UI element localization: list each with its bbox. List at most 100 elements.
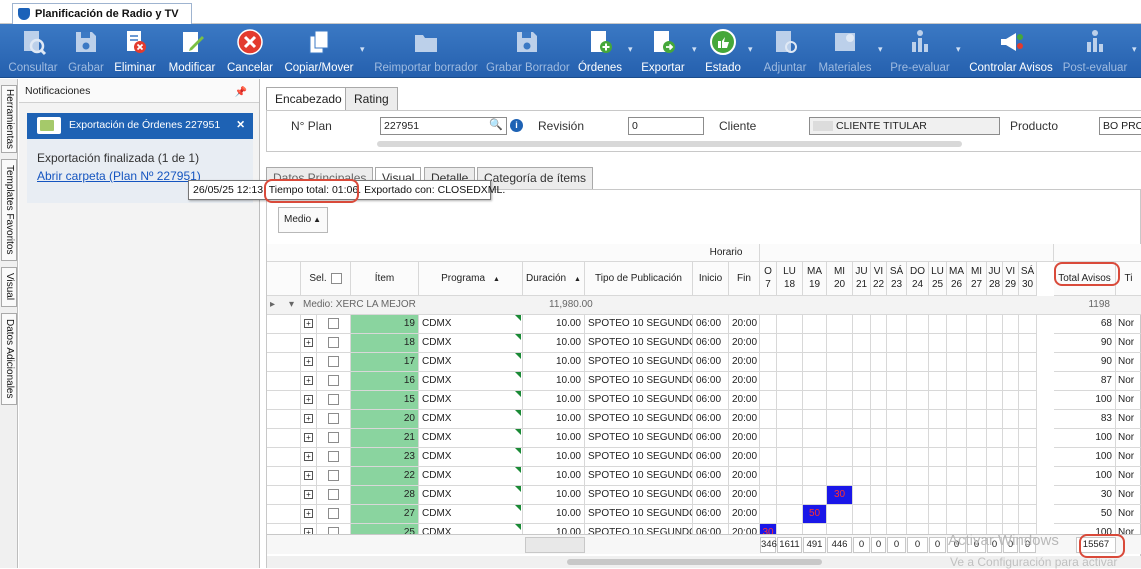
expand-icon[interactable]: +: [304, 508, 313, 518]
row-day-cell[interactable]: [760, 448, 777, 467]
row-day-cell[interactable]: [987, 486, 1003, 505]
row-checkbox[interactable]: [328, 412, 339, 424]
row-day-cell[interactable]: [887, 315, 907, 334]
row-programa[interactable]: CDMX: [419, 429, 523, 448]
row-select[interactable]: [317, 505, 351, 524]
row-select[interactable]: [317, 372, 351, 391]
row-day-cell[interactable]: [987, 334, 1003, 353]
row-day-cell[interactable]: [853, 391, 871, 410]
row-day-cell[interactable]: [887, 372, 907, 391]
row-day-cell[interactable]: [929, 353, 947, 372]
row-day-cell[interactable]: [1019, 391, 1037, 410]
row-programa[interactable]: CDMX: [419, 353, 523, 372]
row-inicio[interactable]: 06:00: [693, 505, 729, 524]
row-tipo[interactable]: SPOTEO 10 SEGUNDOS: [585, 505, 693, 524]
row-programa[interactable]: CDMX: [419, 334, 523, 353]
row-fin[interactable]: 20:00: [729, 429, 760, 448]
row-day-cell[interactable]: [827, 372, 853, 391]
row-day-cell[interactable]: [929, 429, 947, 448]
row-expand[interactable]: +: [301, 448, 317, 467]
row-day-cell[interactable]: [871, 391, 887, 410]
product-field[interactable]: BO PROD: [1099, 117, 1141, 135]
header-day[interactable]: MA 19: [803, 262, 827, 296]
row-day-cell[interactable]: [853, 505, 871, 524]
row-expand[interactable]: +: [301, 391, 317, 410]
row-day-cell[interactable]: [827, 410, 853, 429]
header-fin[interactable]: Fin: [729, 262, 760, 296]
row-day-cell[interactable]: [947, 410, 967, 429]
row-day-cell[interactable]: [871, 505, 887, 524]
row-inicio[interactable]: 06:00: [693, 448, 729, 467]
row-tipo[interactable]: SPOTEO 10 SEGUNDOS: [585, 410, 693, 429]
row-day-cell[interactable]: [987, 467, 1003, 486]
row-day-cell[interactable]: [803, 353, 827, 372]
row-item[interactable]: 21: [351, 429, 419, 448]
row-checkbox[interactable]: [328, 374, 339, 386]
client-field[interactable]: CLIENTE TITULAR: [809, 117, 1000, 135]
row-day-cell[interactable]: [947, 334, 967, 353]
row-day-cell[interactable]: [929, 467, 947, 486]
status-dropdown[interactable]: ▾: [746, 24, 756, 78]
row-day-cell[interactable]: [1003, 467, 1019, 486]
expand-icon[interactable]: +: [304, 318, 313, 328]
row-day-cell[interactable]: [929, 372, 947, 391]
row-checkbox[interactable]: [328, 507, 339, 519]
row-day-cell[interactable]: [1019, 410, 1037, 429]
expand-icon[interactable]: +: [304, 394, 313, 404]
header-day[interactable]: MI 27: [967, 262, 987, 296]
row-fin[interactable]: 20:00: [729, 372, 760, 391]
row-expand[interactable]: +: [301, 486, 317, 505]
row-day-cell[interactable]: [967, 353, 987, 372]
plan-number-field[interactable]: 227951: [380, 117, 507, 135]
row-inicio[interactable]: 06:00: [693, 372, 729, 391]
row-day-cell[interactable]: [987, 505, 1003, 524]
row-item[interactable]: 20: [351, 410, 419, 429]
row-day-cell[interactable]: [947, 505, 967, 524]
post-evaluate-dropdown[interactable]: ▾: [1131, 24, 1141, 78]
row-day-cell[interactable]: [947, 467, 967, 486]
row-day-cell[interactable]: [853, 467, 871, 486]
row-day-cell[interactable]: [967, 429, 987, 448]
row-day-cell[interactable]: [760, 429, 777, 448]
row-item[interactable]: 15: [351, 391, 419, 410]
row-day-cell[interactable]: [987, 391, 1003, 410]
row-day-cell[interactable]: [907, 505, 929, 524]
row-day-cell[interactable]: [887, 429, 907, 448]
edit-button[interactable]: Modificar: [164, 24, 220, 78]
row-item[interactable]: 22: [351, 467, 419, 486]
row-item[interactable]: 28: [351, 486, 419, 505]
select-all-checkbox[interactable]: [330, 272, 342, 284]
header-scrollbar[interactable]: [377, 141, 962, 147]
row-day-cell[interactable]: [967, 486, 987, 505]
row-day-cell[interactable]: [871, 429, 887, 448]
row-day-cell[interactable]: [803, 391, 827, 410]
save-button[interactable]: Grabar: [64, 24, 108, 78]
pre-evaluate-button[interactable]: Pre-evaluar: [888, 24, 952, 78]
row-day-cell[interactable]: [760, 391, 777, 410]
row-day-cell[interactable]: [871, 486, 887, 505]
row-inicio[interactable]: 06:00: [693, 429, 729, 448]
export-dropdown[interactable]: ▾: [690, 24, 700, 78]
row-item[interactable]: 19: [351, 315, 419, 334]
row-expand[interactable]: +: [301, 353, 317, 372]
row-select[interactable]: [317, 391, 351, 410]
row-day-cell[interactable]: [871, 353, 887, 372]
row-inicio[interactable]: 06:00: [693, 467, 729, 486]
row-select[interactable]: [317, 353, 351, 372]
row-day-cell[interactable]: [887, 391, 907, 410]
row-tipo[interactable]: SPOTEO 10 SEGUNDOS: [585, 315, 693, 334]
row-fin[interactable]: 20:00: [729, 467, 760, 486]
row-inicio[interactable]: 06:00: [693, 486, 729, 505]
row-day-cell[interactable]: [777, 372, 803, 391]
row-day-cell[interactable]: [987, 315, 1003, 334]
row-expand[interactable]: +: [301, 505, 317, 524]
row-day-cell[interactable]: [827, 467, 853, 486]
status-button[interactable]: Estado: [702, 24, 744, 78]
materials-dropdown[interactable]: ▾: [876, 24, 886, 78]
row-programa[interactable]: CDMX: [419, 505, 523, 524]
row-checkbox[interactable]: [328, 469, 339, 481]
row-select[interactable]: [317, 448, 351, 467]
row-item[interactable]: 23: [351, 448, 419, 467]
row-day-cell[interactable]: [967, 372, 987, 391]
row-duracion[interactable]: 10.00: [523, 372, 585, 391]
